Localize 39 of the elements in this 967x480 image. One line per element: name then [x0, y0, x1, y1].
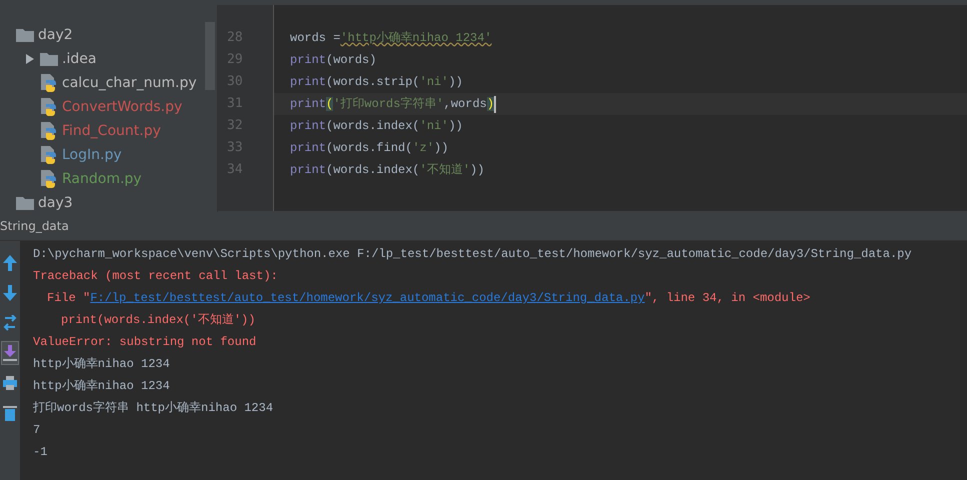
code-line: print(words.find('z')): [290, 140, 448, 157]
python-file-icon: [40, 98, 58, 116]
code-line: print('打印words字符串',words): [290, 96, 494, 113]
error-text: ", line 34, in <module>: [644, 291, 810, 305]
output-text: http小确幸nihao 1234: [33, 379, 170, 393]
output-text: 7: [33, 423, 40, 437]
python-file-icon: [40, 122, 58, 140]
file-name[interactable]: Random.py: [62, 171, 142, 187]
python-file-icon: [40, 146, 58, 164]
collapsed-arrow-icon[interactable]: [26, 54, 34, 64]
output-text: -1: [33, 445, 48, 459]
folder-icon: [40, 52, 58, 66]
text-cursor: [494, 96, 496, 112]
error-text: print(words.index('不知道')): [61, 313, 256, 327]
code-line: print(words.index('不知道')): [290, 162, 484, 179]
error-text: ValueError: substring not found: [33, 335, 256, 349]
folder-icon: [16, 28, 34, 42]
code-line: print(words.index('ni')): [290, 118, 463, 135]
output-text: http小确幸nihao 1234: [33, 357, 170, 371]
file-name[interactable]: calcu_char_num.py: [62, 75, 197, 91]
file-link[interactable]: F:/lp_test/besttest/auto_test/homework/syz_automatic_code/day3/String_data.py: [90, 291, 645, 305]
error-text: Traceback (most recent call last):: [33, 269, 278, 283]
code-line: print(words): [290, 52, 376, 69]
scroll-end-button[interactable]: [1, 341, 19, 365]
folder-name[interactable]: .idea: [62, 51, 96, 67]
python-file-icon: [40, 74, 58, 92]
file-name[interactable]: ConvertWords.py: [62, 99, 182, 115]
error-text: File ": [47, 291, 90, 305]
folder-icon: [16, 196, 34, 210]
run-panel-title: String_data: [0, 219, 69, 233]
code-line: words ='http小确幸nihao 1234': [290, 30, 492, 47]
file-name[interactable]: LogIn.py: [62, 147, 122, 163]
output-text: 打印words字符串 http小确幸nihao 1234: [33, 401, 274, 415]
folder-name[interactable]: day2: [38, 27, 73, 43]
python-file-icon: [40, 170, 58, 188]
output-text: D:\pycharm_workspace\venv\Scripts\python.exe F:/lp_test/besttest/auto_test/homework/syz_automatic_code/day3/String_data.py: [33, 247, 912, 261]
code-line: print(words.strip('ni')): [290, 74, 463, 91]
file-name[interactable]: Find_Count.py: [62, 123, 161, 139]
folder-name[interactable]: day3: [38, 195, 73, 211]
